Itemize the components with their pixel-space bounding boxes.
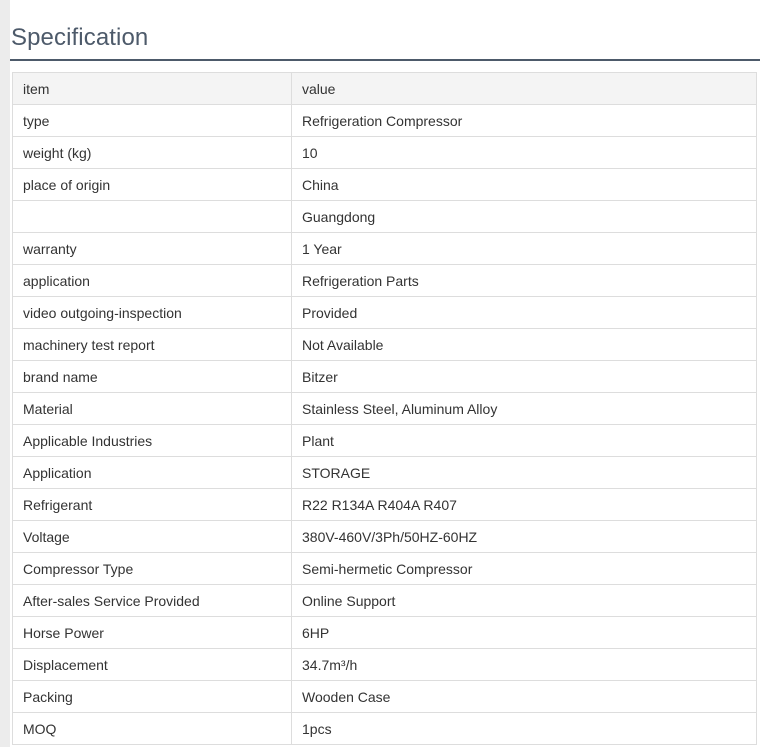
row-value-cell: Stainless Steel, Aluminum Alloy xyxy=(291,392,757,425)
row-item-cell: Compressor Type xyxy=(12,552,292,585)
row-value-cell: Wooden Case xyxy=(291,680,757,713)
row-value-cell: 1 Year xyxy=(291,232,757,265)
table-row: brand name Bitzer xyxy=(12,360,757,393)
table-row: Voltage 380V-460V/3Ph/50HZ-60HZ xyxy=(12,520,757,553)
row-item-cell: Displacement xyxy=(12,648,292,681)
row-item-cell: application xyxy=(12,264,292,297)
row-value-cell: 10 xyxy=(291,136,757,169)
header-value-cell: value xyxy=(291,72,757,105)
table-row: Material Stainless Steel, Aluminum Alloy xyxy=(12,392,757,425)
row-value-cell: China xyxy=(291,168,757,201)
table-row: video outgoing-inspection Provided xyxy=(12,296,757,329)
row-item-cell: Horse Power xyxy=(12,616,292,649)
row-item-cell: place of origin xyxy=(12,168,292,201)
table-row: type Refrigeration Compressor xyxy=(12,104,757,137)
title-divider xyxy=(10,59,760,61)
row-value-cell: 34.7m³/h xyxy=(291,648,757,681)
row-item-cell: video outgoing-inspection xyxy=(12,296,292,329)
table-row: Refrigerant R22 R134A R404A R407 xyxy=(12,488,757,521)
table-row: Packing Wooden Case xyxy=(12,680,757,713)
row-item-cell: After-sales Service Provided xyxy=(12,584,292,617)
row-value-cell: Guangdong xyxy=(291,200,757,233)
row-value-cell: Refrigeration Parts xyxy=(291,264,757,297)
table-row: Horse Power 6HP xyxy=(12,616,757,649)
table-row: Displacement 34.7m³/h xyxy=(12,648,757,681)
row-value-cell: Plant xyxy=(291,424,757,457)
table-row: application Refrigeration Parts xyxy=(12,264,757,297)
row-item-cell: Material xyxy=(12,392,292,425)
row-item-cell: type xyxy=(12,104,292,137)
table-row: Compressor Type Semi-hermetic Compressor xyxy=(12,552,757,585)
table-row: MOQ 1pcs xyxy=(12,712,757,745)
specification-table-body: item value type Refrigeration Compressor w… xyxy=(12,72,757,745)
section-title: Specification xyxy=(11,24,149,51)
row-item-cell: warranty xyxy=(12,232,292,265)
table-row: place of origin China xyxy=(12,168,757,201)
header-item-cell: item xyxy=(12,72,292,105)
row-item-cell: Refrigerant xyxy=(12,488,292,521)
row-value-cell: Not Available xyxy=(291,328,757,361)
row-value-cell: 1pcs xyxy=(291,712,757,745)
table-row: weight (kg) 10 xyxy=(12,136,757,169)
table-row: Application STORAGE xyxy=(12,456,757,489)
specification-table: item value type Refrigeration Compressor w… xyxy=(12,72,757,745)
row-value-cell: 380V-460V/3Ph/50HZ-60HZ xyxy=(291,520,757,553)
row-value-cell: Bitzer xyxy=(291,360,757,393)
row-value-cell: Refrigeration Compressor xyxy=(291,104,757,137)
table-row: warranty 1 Year xyxy=(12,232,757,265)
row-item-cell: machinery test report xyxy=(12,328,292,361)
row-item-cell: MOQ xyxy=(12,712,292,745)
row-value-cell: Provided xyxy=(291,296,757,329)
row-value-cell: STORAGE xyxy=(291,456,757,489)
row-value-cell: Online Support xyxy=(291,584,757,617)
table-row: machinery test report Not Available xyxy=(12,328,757,361)
row-item-cell: weight (kg) xyxy=(12,136,292,169)
table-row: Guangdong xyxy=(12,200,757,233)
table-header-row: item value xyxy=(12,72,757,105)
table-row: After-sales Service Provided Online Suppo… xyxy=(12,584,757,617)
row-item-cell: brand name xyxy=(12,360,292,393)
row-item-cell xyxy=(12,200,292,233)
row-value-cell: R22 R134A R404A R407 xyxy=(291,488,757,521)
table-row: Applicable Industries Plant xyxy=(12,424,757,457)
row-item-cell: Application xyxy=(12,456,292,489)
row-item-cell: Applicable Industries xyxy=(12,424,292,457)
row-item-cell: Voltage xyxy=(12,520,292,553)
specification-section: Specification item value type Refrigerati… xyxy=(0,0,760,747)
row-item-cell: Packing xyxy=(12,680,292,713)
row-value-cell: Semi-hermetic Compressor xyxy=(291,552,757,585)
row-value-cell: 6HP xyxy=(291,616,757,649)
